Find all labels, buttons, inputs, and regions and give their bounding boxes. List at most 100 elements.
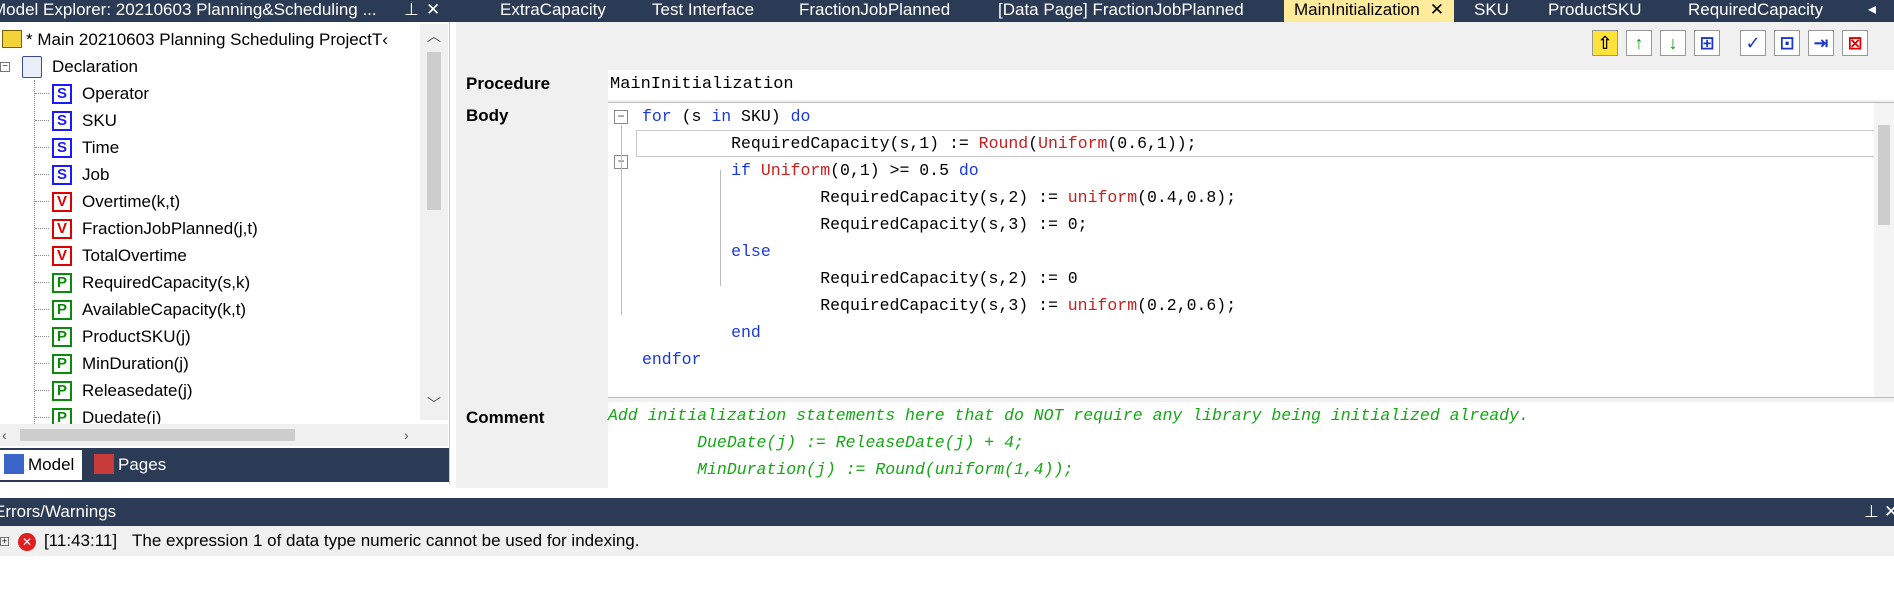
code-line: RequiredCapacity(s,1) := Round(Uniform(0… — [642, 130, 1197, 157]
code-function: uniform — [1067, 296, 1138, 315]
up-level-button[interactable]: ⇧ — [1592, 30, 1618, 56]
error-message: The expression 1 of data type numeric ca… — [132, 531, 640, 550]
model-explorer-title-bar: Model Explorer: 20210603 Planning&Schedu… — [0, 0, 450, 22]
variable-icon: V — [52, 246, 72, 266]
tab-requiredcapacity[interactable]: RequiredCapacity — [1688, 0, 1823, 22]
code-text: SKU) — [731, 107, 791, 126]
tab-sku[interactable]: SKU — [1474, 0, 1509, 22]
tab-productsku[interactable]: ProductSKU — [1548, 0, 1642, 22]
explorer-horizontal-scrollbar[interactable]: ‹ › — [0, 424, 448, 446]
fold-for-icon[interactable]: − — [614, 110, 628, 124]
move-down-button[interactable]: ↓ — [1660, 30, 1686, 56]
variable-icon: V — [52, 219, 72, 239]
body-code-editor[interactable]: − − for (s in SKU) do RequiredCapacity(s… — [608, 102, 1894, 398]
tree-guide-line — [35, 93, 49, 94]
variable-icon: V — [52, 192, 72, 212]
scroll-thumb[interactable] — [1878, 125, 1890, 225]
scroll-right-icon[interactable]: › — [404, 424, 409, 446]
code-function: uniform — [1067, 188, 1138, 207]
procedure-editor: ⇧ ↑ ↓ ⊞ ✓ ⊡ ⇥ ⊠ Procedure MainInitializa… — [456, 22, 1894, 488]
procedure-name-field[interactable]: MainInitialization — [608, 70, 1894, 100]
errors-warnings-title: Errors/Warnings — [0, 502, 117, 521]
body-label: Body — [466, 106, 509, 125]
tab-test-interface[interactable]: Test Interface — [652, 0, 754, 22]
scroll-thumb[interactable] — [427, 52, 441, 210]
move-up-button[interactable]: ↑ — [1626, 30, 1652, 56]
close-icon[interactable]: ✕ — [426, 0, 440, 20]
scroll-up-icon[interactable]: ︿ — [426, 26, 442, 46]
tab-data-page-fractionjobplanned[interactable]: [Data Page] FractionJobPlanned — [998, 0, 1244, 22]
comment-row: Comment Add initialization statements he… — [456, 402, 1894, 488]
delete-button[interactable]: ⊠ — [1842, 30, 1868, 56]
tree-guide-line — [35, 336, 49, 337]
procedure-row: Procedure MainInitialization — [456, 66, 1894, 102]
tree-item-label: Overtime(k,t) — [82, 192, 181, 211]
tree-item-label: Time — [82, 138, 120, 157]
collapse-icon[interactable]: − — [0, 62, 10, 72]
parameter-icon: P — [52, 300, 72, 320]
tab-pages[interactable]: Pages — [88, 450, 172, 480]
check-button[interactable]: ✓ — [1740, 30, 1766, 56]
pin-icon[interactable]: ⊥ — [404, 0, 419, 20]
tree-guide-line — [35, 174, 49, 175]
tree-item-label: Operator — [82, 84, 150, 103]
tree-item-label: AvailableCapacity(k,t) — [82, 300, 247, 319]
set-icon: S — [52, 111, 72, 131]
tree-guide-line — [35, 255, 49, 256]
scroll-thumb-horizontal[interactable] — [20, 429, 295, 441]
pin-icon[interactable]: ⊥ — [1864, 498, 1879, 526]
error-icon: ✕ — [18, 533, 36, 551]
code-line: RequiredCapacity(s,2) := uniform(0.4,0.8… — [642, 184, 1236, 211]
export-button[interactable]: ⇥ — [1808, 30, 1834, 56]
tab-fractionjobplanned[interactable]: FractionJobPlanned — [799, 0, 950, 22]
code-line: RequiredCapacity(s,3) := 0; — [642, 211, 1088, 238]
comment-label: Comment — [466, 408, 545, 427]
code-text: RequiredCapacity(s,2) := — [820, 188, 1068, 207]
explorer-vertical-scrollbar[interactable]: ︿ ﹀ — [420, 24, 448, 420]
parameter-icon: P — [52, 327, 72, 347]
tree-item-label: RequiredCapacity(s,k) — [82, 273, 251, 292]
close-icon[interactable]: ✕ — [1884, 498, 1894, 526]
scroll-down-icon[interactable]: ﹀ — [426, 394, 442, 414]
procedure-label: Procedure — [466, 74, 551, 93]
tab-scroll-left-icon[interactable]: ◂ — [1868, 0, 1876, 20]
structure-button[interactable]: ⊞ — [1694, 30, 1720, 56]
explorer-bottom-tabs: Model Pages — [0, 448, 449, 482]
compile-button[interactable]: ⊡ — [1774, 30, 1800, 56]
fold-guide — [621, 125, 622, 315]
tab-close-icon[interactable]: ✕ — [1430, 0, 1444, 19]
code-text: (0.6,1)); — [1107, 134, 1197, 153]
code-text: (0.4,0.8); — [1137, 188, 1237, 207]
model-icon — [4, 454, 24, 474]
comment-editor[interactable]: Add initialization statements here that … — [608, 402, 1894, 488]
code-text: RequiredCapacity(s,3) := 0; — [820, 215, 1088, 234]
scroll-left-icon[interactable]: ‹ — [2, 424, 7, 446]
expand-icon[interactable]: + — [0, 537, 9, 546]
tree-guide-line — [35, 201, 49, 202]
tab-model[interactable]: Model — [0, 450, 83, 480]
code-text: ( — [1028, 134, 1039, 153]
code-keyword: end — [731, 323, 761, 342]
tab-maininitialization[interactable]: MainInitialization ✕ — [1284, 0, 1454, 22]
code-text: (s — [671, 107, 712, 126]
model-explorer-title: Model Explorer: 20210603 Planning&Schedu… — [0, 0, 377, 19]
parameter-icon: P — [52, 354, 72, 374]
pages-icon — [94, 454, 114, 474]
errors-warnings-title-bar: Errors/Warnings ⊥ ✕ — [0, 498, 1894, 526]
body-vertical-scrollbar[interactable] — [1874, 103, 1894, 397]
parameter-icon: P — [52, 273, 72, 293]
code-text: RequiredCapacity(s,1) := — [731, 134, 979, 153]
editor-toolbar: ⇧ ↑ ↓ ⊞ ✓ ⊡ ⇥ ⊠ — [456, 22, 1894, 64]
tree-guide-line — [35, 309, 49, 310]
app-window: Model Explorer: 20210603 Planning&Schedu… — [0, 0, 1894, 592]
code-keyword: do — [958, 161, 979, 180]
code-text: (0.2,0.6); — [1137, 296, 1237, 315]
tab-extracapacity[interactable]: ExtraCapacity — [500, 0, 606, 22]
